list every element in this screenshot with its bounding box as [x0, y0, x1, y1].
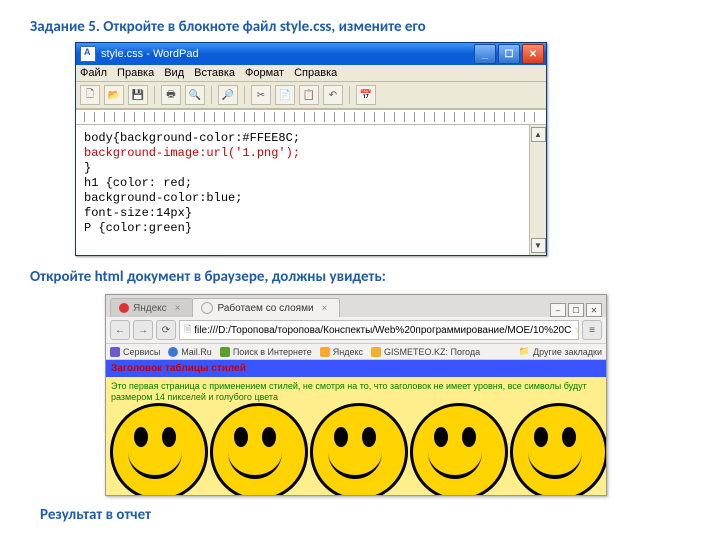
forward-button[interactable]: →	[133, 320, 153, 340]
bookmark-star-icon[interactable]: ☆	[574, 325, 579, 336]
url-text: file:///D:/Торопова/торопова/Конспекты/W…	[194, 325, 571, 336]
toolbar-separator	[349, 86, 350, 104]
toolbar: 🗋 📂 💾 🖶 🔍 🔎 ✂ 📄 📋 ↶ 📅	[76, 82, 546, 109]
menubar: Файл Правка Вид Вставка Формат Справка	[76, 65, 546, 82]
browser-tab-active[interactable]: Работаем со слоями ×	[192, 298, 340, 317]
menu-format[interactable]: Формат	[245, 67, 284, 79]
browser-close-button[interactable]: ✕	[586, 303, 602, 317]
menu-view[interactable]: Вид	[164, 67, 184, 79]
back-button[interactable]: ←	[110, 320, 130, 340]
maximize-button[interactable]: ☐	[498, 44, 520, 64]
find-icon[interactable]: 🔎	[218, 85, 238, 105]
titlebar: style.css - WordPad _ ☐ ✕	[76, 43, 546, 65]
bookmark-label: Mail.Ru	[181, 347, 212, 357]
bookmarks-bar: Сервисы Mail.Ru Поиск в Интернете Яндекс…	[106, 344, 606, 360]
bookmark-label: Поиск в Интернете	[233, 347, 312, 357]
toolbar-separator	[211, 86, 212, 104]
editor-text[interactable]: body{background-color:#FFEE8C; backgroun…	[76, 125, 529, 255]
instruction-heading: Откройте html документ в браузере, должн…	[30, 268, 690, 286]
minimize-button[interactable]: _	[474, 44, 496, 64]
bookmark-label: Яндекс	[333, 347, 363, 357]
wordpad-icon	[80, 46, 96, 62]
close-button[interactable]: ✕	[522, 44, 544, 64]
menu-help[interactable]: Справка	[294, 67, 337, 79]
editor: body{background-color:#FFEE8C; backgroun…	[76, 125, 546, 255]
tab-label: Работаем со слоями	[217, 303, 313, 314]
browser-maximize-button[interactable]: ☐	[568, 303, 584, 317]
apps-icon	[110, 347, 120, 357]
undo-icon[interactable]: ↶	[323, 85, 343, 105]
code-line: }	[84, 161, 91, 175]
copy-icon[interactable]: 📄	[275, 85, 295, 105]
save-icon[interactable]: 💾	[128, 85, 148, 105]
browser-window: Яндекс × Работаем со слоями × – ☐ ✕ ← → …	[105, 294, 607, 496]
bookmark-label: Другие закладки	[533, 347, 602, 357]
smile-icon	[206, 403, 306, 495]
address-bar[interactable]: 🗎 file:///D:/Торопова/торопова/Конспекты…	[179, 320, 579, 340]
toolbar-separator	[154, 86, 155, 104]
date-icon[interactable]: 📅	[356, 85, 376, 105]
bookmark-yandex[interactable]: Яндекс	[320, 347, 363, 357]
smile-icon	[506, 403, 606, 495]
tab-label: Яндекс	[133, 303, 167, 314]
bookmark-mail[interactable]: Mail.Ru	[168, 347, 212, 357]
paste-icon[interactable]: 📋	[299, 85, 319, 105]
file-icon: 🗎	[184, 322, 191, 338]
task-heading: Задание 5. Откройте в блокноте файл styl…	[30, 18, 690, 36]
code-line: h1 {color: red;	[84, 176, 192, 190]
menu-file[interactable]: Файл	[80, 67, 107, 79]
toolbar-separator	[244, 86, 245, 104]
close-tab-icon[interactable]: ×	[322, 303, 328, 314]
wordpad-window: style.css - WordPad _ ☐ ✕ Файл Правка Ви…	[75, 42, 547, 256]
bookmark-label: GISMETEO.KZ: Погода	[384, 347, 480, 357]
ruler	[76, 109, 546, 125]
result-heading: Результат в отчет	[40, 506, 690, 524]
bookmark-search[interactable]: Поиск в Интернете	[220, 347, 312, 357]
browser-tabs: Яндекс × Работаем со слоями × – ☐ ✕	[106, 295, 606, 317]
scroll-up-icon[interactable]: ▲	[531, 127, 546, 142]
window-title: style.css - WordPad	[101, 48, 472, 60]
rendered-page: Заголовок таблицы стилей Это первая стра…	[106, 360, 606, 495]
vertical-scrollbar[interactable]: ▲ ▼	[529, 125, 546, 255]
smile-icon	[406, 403, 506, 495]
cut-icon[interactable]: ✂	[251, 85, 271, 105]
code-line: body{background-color:#FFEE8C;	[84, 131, 300, 145]
menu-button[interactable]: ≡	[582, 320, 602, 340]
code-line: font-size:14px}	[84, 206, 192, 220]
preview-icon[interactable]: 🔍	[185, 85, 205, 105]
page-h1: Заголовок таблицы стилей	[106, 360, 606, 377]
address-bar-row: ← → ⟳ 🗎 file:///D:/Торопова/торопова/Кон…	[106, 317, 606, 344]
yandex-icon	[320, 347, 330, 357]
smile-background	[106, 403, 606, 495]
close-tab-icon[interactable]: ×	[175, 303, 181, 314]
reload-button[interactable]: ⟳	[156, 320, 176, 340]
weather-icon	[371, 347, 381, 357]
open-icon[interactable]: 📂	[104, 85, 124, 105]
search-icon	[220, 347, 230, 357]
bookmark-label: Сервисы	[123, 347, 160, 357]
new-icon[interactable]: 🗋	[80, 85, 100, 105]
smile-icon	[306, 403, 406, 495]
favicon-icon	[119, 303, 129, 313]
menu-insert[interactable]: Вставка	[194, 67, 235, 79]
page-paragraph: Это первая страница с применением стилей…	[106, 377, 606, 403]
favicon-icon	[201, 302, 213, 314]
bookmark-gismeteo[interactable]: GISMETEO.KZ: Погода	[371, 347, 480, 357]
bookmark-apps[interactable]: Сервисы	[110, 347, 160, 357]
menu-edit[interactable]: Правка	[117, 67, 154, 79]
browser-tab[interactable]: Яндекс ×	[110, 298, 193, 317]
code-line: background-image:url('1.png');	[84, 146, 300, 160]
code-line: P {color:green}	[84, 221, 192, 235]
print-icon[interactable]: 🖶	[161, 85, 181, 105]
code-line: background-color:blue;	[84, 191, 242, 205]
browser-minimize-button[interactable]: –	[550, 303, 566, 317]
smile-icon	[106, 403, 206, 495]
scroll-down-icon[interactable]: ▼	[531, 238, 546, 253]
mail-icon	[168, 347, 178, 357]
other-bookmarks[interactable]: 📁 Другие закладки	[519, 346, 602, 357]
